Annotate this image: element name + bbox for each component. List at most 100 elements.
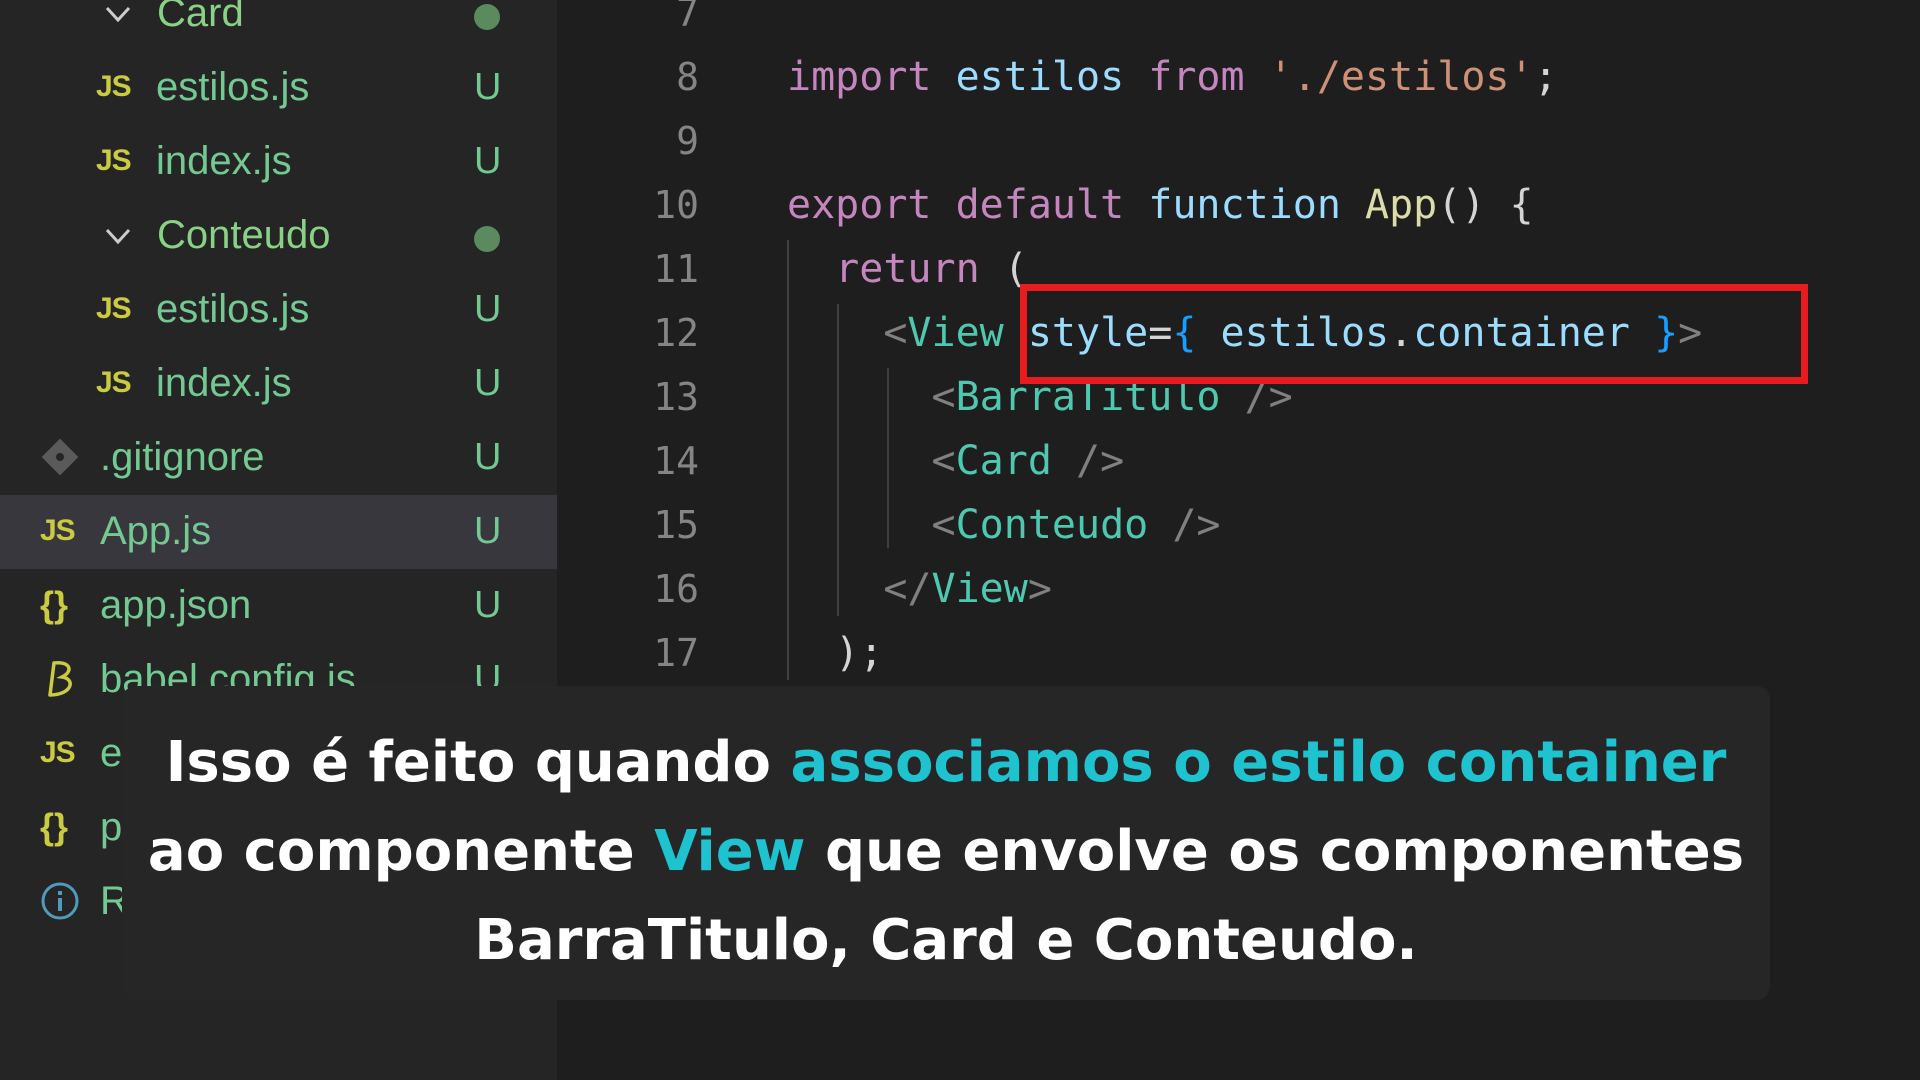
git-status-badge: U bbox=[474, 584, 502, 626]
file-row[interactable]: JS index.js U bbox=[0, 125, 557, 199]
file-name: estilos.js bbox=[156, 287, 310, 331]
file-row[interactable]: JS App.js U bbox=[0, 495, 557, 569]
line-number: 13 bbox=[653, 375, 699, 419]
file-row[interactable]: .gitignore U bbox=[0, 421, 557, 495]
code-text: export default function App() { bbox=[787, 173, 1534, 237]
code-token: import bbox=[787, 54, 932, 100]
git-status-badge: U bbox=[474, 510, 502, 552]
code-token: < bbox=[883, 310, 908, 356]
caption-box: Isso é feito quando associamos o estilo … bbox=[122, 686, 1770, 1000]
file-row[interactable]: JS estilos.js U bbox=[0, 273, 557, 347]
file-name: index.js bbox=[156, 361, 292, 405]
code-text: <Conteudo /> bbox=[787, 493, 1221, 557]
folder-name: Conteudo bbox=[157, 213, 331, 257]
code-token: App bbox=[1365, 182, 1438, 228]
line-number: 17 bbox=[653, 631, 699, 675]
js-file-icon: JS bbox=[40, 514, 76, 547]
line-number: 12 bbox=[653, 311, 699, 355]
line-number: 16 bbox=[653, 567, 699, 611]
code-line[interactable]: 8 import estilos from './estilos'; bbox=[557, 45, 1920, 109]
line-number: 11 bbox=[653, 247, 699, 291]
file-name: estilos.js bbox=[156, 65, 310, 109]
code-text: </View> bbox=[787, 557, 1052, 621]
file-name: App.js bbox=[100, 509, 212, 553]
code-text: <Card /> bbox=[787, 429, 1125, 493]
line-number: 10 bbox=[653, 183, 699, 227]
code-token: /> bbox=[1172, 502, 1221, 548]
folder-row[interactable]: Card bbox=[0, 0, 557, 51]
code-token: </ bbox=[883, 566, 932, 612]
code-token: estilos bbox=[955, 54, 1125, 100]
code-line[interactable]: 9 bbox=[557, 109, 1920, 173]
file-row[interactable]: {} app.json U bbox=[0, 569, 557, 643]
folder-row[interactable]: Conteudo bbox=[0, 199, 557, 273]
code-token: './estilos' bbox=[1268, 54, 1534, 100]
git-status-badge: U bbox=[474, 66, 502, 108]
code-text: return ( bbox=[787, 237, 1028, 301]
caption-segment: Isso é feito quando bbox=[165, 730, 791, 795]
chevron-down-icon[interactable] bbox=[103, 221, 133, 251]
code-token: from bbox=[1148, 54, 1245, 100]
json-file-icon: {} bbox=[40, 584, 69, 625]
git-status-badge: U bbox=[474, 436, 502, 478]
code-token: Card bbox=[955, 438, 1052, 484]
code-line[interactable]: 10 export default function App() { bbox=[557, 173, 1920, 237]
code-line[interactable]: 15 <Conteudo /> bbox=[557, 493, 1920, 557]
code-token: /> bbox=[1076, 438, 1125, 484]
file-row[interactable]: JS estilos.js U bbox=[0, 51, 557, 125]
chevron-down-icon[interactable] bbox=[103, 0, 133, 29]
code-token: export bbox=[787, 182, 932, 228]
file-name: app.json bbox=[100, 583, 252, 627]
caption-text: Isso é feito quando associamos o estilo … bbox=[142, 718, 1750, 985]
folder-name: Card bbox=[157, 0, 244, 35]
caption-highlight: associamos o estilo container bbox=[790, 730, 1727, 795]
git-status-badge: U bbox=[474, 288, 502, 330]
js-file-icon: JS bbox=[96, 292, 132, 325]
js-file-icon: JS bbox=[96, 144, 132, 177]
modified-dot bbox=[474, 226, 500, 252]
code-token: View bbox=[907, 310, 1004, 356]
code-token: > bbox=[1027, 566, 1052, 612]
code-line[interactable]: 17 ); bbox=[557, 621, 1920, 685]
code-token: function bbox=[1148, 182, 1341, 228]
info-icon bbox=[40, 879, 80, 923]
code-token: return bbox=[835, 246, 980, 292]
line-number: 15 bbox=[653, 503, 699, 547]
file-row[interactable]: JS index.js U bbox=[0, 347, 557, 421]
json-file-icon: {} bbox=[40, 806, 69, 847]
line-number: 8 bbox=[676, 55, 699, 99]
git-icon bbox=[40, 435, 80, 479]
highlight-box bbox=[1020, 284, 1808, 384]
code-line[interactable]: 14 <Card /> bbox=[557, 429, 1920, 493]
git-status-badge: U bbox=[474, 362, 502, 404]
js-file-icon: JS bbox=[40, 736, 76, 769]
line-number: 14 bbox=[653, 439, 699, 483]
git-status-badge: U bbox=[474, 140, 502, 182]
babel-icon bbox=[40, 657, 80, 701]
code-token: < bbox=[931, 502, 956, 548]
file-name: index.js bbox=[156, 139, 292, 183]
code-token: ); bbox=[787, 630, 884, 676]
js-file-icon: JS bbox=[96, 70, 132, 103]
caption-segment: ao componente bbox=[147, 819, 655, 884]
code-token: < bbox=[931, 374, 956, 420]
code-line[interactable]: 7 bbox=[557, 0, 1920, 45]
modified-dot bbox=[474, 4, 500, 30]
code-token: ; bbox=[1533, 54, 1558, 100]
line-number: 9 bbox=[676, 119, 699, 163]
js-file-icon: JS bbox=[96, 366, 132, 399]
code-token: () { bbox=[1437, 182, 1534, 228]
code-line[interactable]: 16 </View> bbox=[557, 557, 1920, 621]
